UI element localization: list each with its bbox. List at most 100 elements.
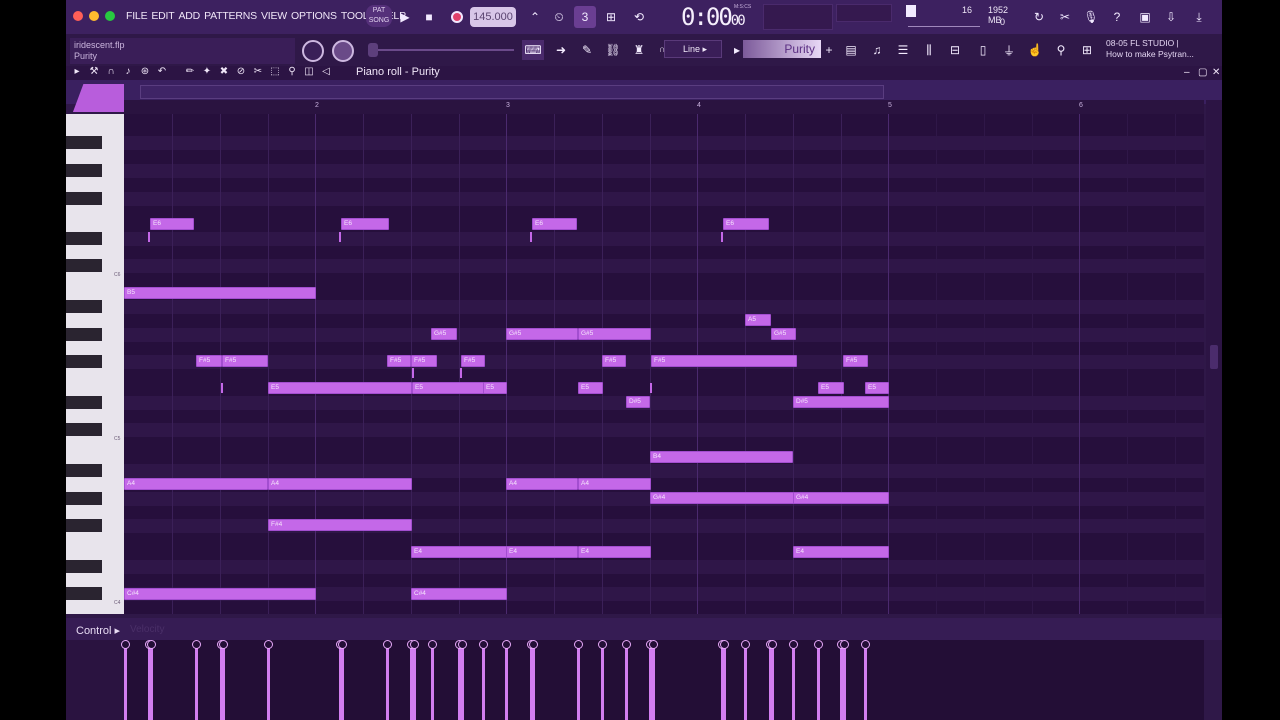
- tools-wrench-icon[interactable]: ⚒: [87, 66, 101, 80]
- note-fs5[interactable]: F#5: [602, 355, 626, 367]
- pencil-icon[interactable]: ✏: [183, 66, 197, 80]
- note-e5[interactable]: E5: [818, 382, 844, 394]
- note-a4[interactable]: A4: [124, 478, 268, 490]
- news-panel[interactable]: 08-05 FL STUDIO | How to make Psytran...: [1106, 38, 1206, 62]
- undo-history-icon[interactable]: ↻: [1028, 6, 1050, 28]
- note-e5[interactable]: E5: [578, 382, 603, 394]
- black-key[interactable]: [66, 396, 102, 409]
- piano-roll-icon[interactable]: ♫: [866, 40, 888, 60]
- note-e6[interactable]: E6: [532, 218, 577, 230]
- black-key[interactable]: [66, 259, 102, 272]
- arrow-right-icon[interactable]: ➜: [550, 40, 572, 60]
- stamp-icon[interactable]: ♜: [628, 40, 650, 60]
- note-grid[interactable]: E6 E6 E6 E6 B5 A5 G#5 G#5 G#5 G#5 F#5 F#…: [124, 114, 1204, 614]
- black-key[interactable]: [66, 423, 102, 436]
- note-a4[interactable]: A4: [268, 478, 412, 490]
- black-key[interactable]: [66, 519, 102, 532]
- magnet-snap-icon[interactable]: ∩: [104, 66, 118, 80]
- slice-tool-icon[interactable]: ✂: [251, 66, 265, 80]
- minimize-pane-icon[interactable]: –: [1184, 67, 1190, 78]
- record-button[interactable]: [446, 6, 468, 28]
- velocity-handle[interactable]: [789, 640, 798, 720]
- velocity-handle[interactable]: [428, 640, 437, 720]
- note-e5[interactable]: E5: [412, 382, 484, 394]
- menu-view[interactable]: VIEW: [261, 10, 287, 22]
- speaker-icon[interactable]: ◁: [319, 66, 333, 80]
- note-cs4[interactable]: C#4: [124, 588, 316, 600]
- typing-keyboard-icon[interactable]: ⌨: [522, 40, 544, 60]
- black-key[interactable]: [66, 300, 102, 313]
- timeline-overview-scrollbar[interactable]: [140, 85, 884, 99]
- channel-rack-icon[interactable]: ☰: [892, 40, 914, 60]
- maximize-pane-icon[interactable]: ▢: [1198, 67, 1207, 78]
- note-gs5[interactable]: G#5: [431, 328, 457, 340]
- note-ds5[interactable]: D#5: [626, 396, 650, 408]
- note-fs5[interactable]: F#5: [222, 355, 268, 367]
- add-pattern-icon[interactable]: +: [818, 40, 840, 60]
- metronome-icon[interactable]: ⌃: [524, 6, 546, 28]
- note-e5[interactable]: E5: [865, 382, 889, 394]
- countdown-icon[interactable]: 3: [574, 6, 596, 28]
- help-icon[interactable]: ?: [1106, 6, 1128, 28]
- black-key[interactable]: [66, 164, 102, 177]
- position-slider[interactable]: [368, 49, 514, 51]
- note-e4[interactable]: E4: [411, 546, 507, 558]
- note-e6[interactable]: E6: [723, 218, 769, 230]
- velocity-handle[interactable]: [264, 640, 273, 720]
- note-fs5[interactable]: F#5: [843, 355, 868, 367]
- save-icon[interactable]: ▣: [1134, 6, 1156, 28]
- project-icon[interactable]: ▯: [972, 40, 994, 60]
- note-e6[interactable]: E6: [341, 218, 389, 230]
- note-fs5[interactable]: F#5: [196, 355, 222, 367]
- velocity-handle[interactable]: [649, 640, 658, 720]
- export-icon[interactable]: ⇩: [1160, 6, 1182, 28]
- zoom-tool-icon[interactable]: ⚲: [285, 66, 299, 80]
- velocity-handle[interactable]: [479, 640, 488, 720]
- snap-selector[interactable]: ∩ Line ▸: [659, 40, 722, 58]
- velocity-handle[interactable]: [458, 640, 467, 720]
- note-cs4[interactable]: C#4: [411, 588, 507, 600]
- velocity-handle[interactable]: [814, 640, 823, 720]
- note-fs5[interactable]: F#5: [461, 355, 485, 367]
- velocity-handle[interactable]: [410, 640, 419, 720]
- note-icon[interactable]: ♪: [121, 66, 135, 80]
- options-arrow-icon[interactable]: ▸: [70, 66, 84, 80]
- velocity-handle[interactable]: [338, 640, 347, 720]
- note-ds5[interactable]: D#5: [793, 396, 889, 408]
- note-a4[interactable]: A4: [578, 478, 651, 490]
- brush-icon[interactable]: ✎: [576, 40, 598, 60]
- link-icon[interactable]: ⛓: [602, 40, 624, 60]
- note-e5[interactable]: E5: [483, 382, 507, 394]
- loop-record-icon[interactable]: ⟲: [628, 6, 650, 28]
- playback-tool-icon[interactable]: ◫: [302, 66, 316, 80]
- velocity-lane[interactable]: [121, 640, 1204, 720]
- black-key[interactable]: [66, 232, 102, 245]
- note-fs4[interactable]: F#4: [268, 519, 412, 531]
- browser-icon[interactable]: ⊟: [944, 40, 966, 60]
- master-pitch-knob[interactable]: [332, 40, 354, 62]
- note-e5[interactable]: E5: [268, 382, 412, 394]
- zoom-window-button[interactable]: [105, 11, 115, 21]
- velocity-handle[interactable]: [529, 640, 538, 720]
- close-pane-icon[interactable]: ✕: [1212, 67, 1220, 78]
- play-button[interactable]: ▶: [394, 6, 416, 28]
- plugin-icon[interactable]: ⏚: [998, 40, 1020, 60]
- note-gs4[interactable]: G#4: [650, 492, 794, 504]
- note-e6[interactable]: E6: [150, 218, 194, 230]
- position-slider-handle[interactable]: [368, 43, 378, 57]
- close-window-button[interactable]: [73, 11, 83, 21]
- note-a4[interactable]: A4: [506, 478, 578, 490]
- microphone-icon[interactable]: 🎙: [1080, 6, 1102, 28]
- black-key[interactable]: [66, 464, 102, 477]
- black-key[interactable]: [66, 355, 102, 368]
- velocity-handle[interactable]: [192, 640, 201, 720]
- velocity-handle[interactable]: [720, 640, 729, 720]
- note-gs5[interactable]: G#5: [771, 328, 796, 340]
- note-e4[interactable]: E4: [578, 546, 651, 558]
- menu-file[interactable]: FILE: [126, 10, 148, 22]
- velocity-handle[interactable]: [840, 640, 849, 720]
- black-key[interactable]: [66, 328, 102, 341]
- delete-tool-icon[interactable]: ✖: [217, 66, 231, 80]
- velocity-handle[interactable]: [768, 640, 777, 720]
- vertical-scrollbar-thumb[interactable]: [1210, 345, 1218, 369]
